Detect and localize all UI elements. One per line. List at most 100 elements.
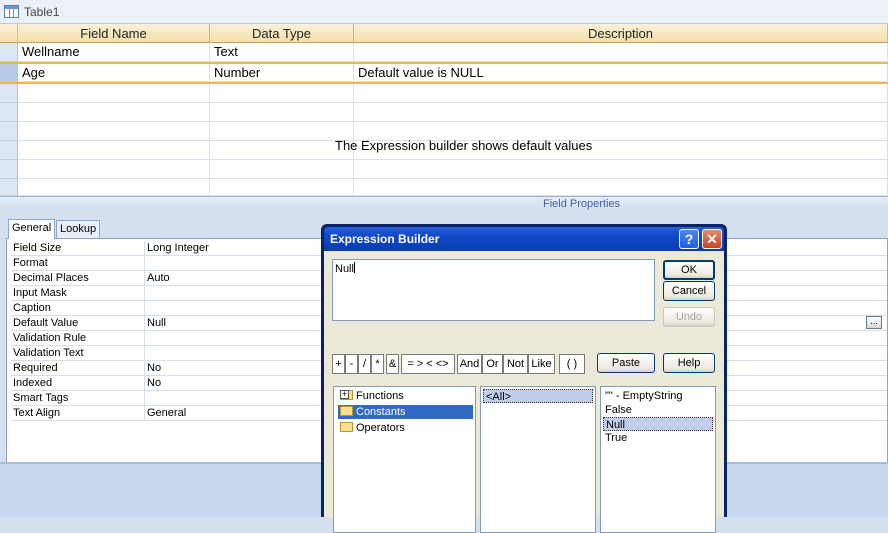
value-item-true[interactable]: True: [603, 431, 629, 445]
empty-cell[interactable]: [18, 84, 210, 103]
row-selector[interactable]: [0, 103, 18, 122]
row-selector[interactable]: [0, 141, 18, 160]
expand-plus-icon[interactable]: +: [340, 390, 349, 399]
expression-textbox[interactable]: Null: [332, 259, 655, 321]
empty-cell[interactable]: [18, 103, 210, 122]
prop-value[interactable]: No: [147, 362, 161, 374]
prop-label: Decimal Places: [13, 272, 89, 284]
help-button[interactable]: Help: [663, 353, 715, 373]
value-item-false[interactable]: False: [603, 403, 634, 417]
empty-cell[interactable]: [210, 103, 354, 122]
build-button[interactable]: ...: [866, 316, 882, 329]
folder-icon: +: [340, 390, 353, 400]
comparison-operator-buttons[interactable]: = > < <>: [401, 354, 455, 374]
not-operator-button[interactable]: Not: [503, 354, 528, 374]
multiply-operator-button[interactable]: *: [371, 354, 384, 374]
empty-cell[interactable]: [210, 84, 354, 103]
value-list[interactable]: "" - EmptyString False Null True: [600, 386, 716, 533]
row-selector[interactable]: [0, 160, 18, 179]
table-icon: [4, 5, 19, 18]
tree-item-label: Operators: [356, 422, 405, 434]
row-selector-2[interactable]: [0, 62, 18, 84]
tree-item-label: Functions: [356, 390, 404, 402]
empty-cell[interactable]: [354, 160, 888, 179]
prop-label: Field Size: [13, 242, 62, 254]
grid-annotation-text: The Expression builder shows default val…: [335, 138, 593, 153]
like-operator-button[interactable]: Like: [528, 354, 555, 374]
empty-cell[interactable]: [210, 141, 354, 160]
field-properties-bar: Field Properties: [0, 196, 888, 211]
window-title: Table1: [24, 5, 60, 19]
tree-item-label: Constants: [356, 406, 406, 418]
category-item-all[interactable]: <All>: [483, 389, 593, 403]
prop-label: Validation Text: [13, 347, 84, 359]
undo-button[interactable]: Undo: [663, 307, 715, 327]
prop-label: Caption: [13, 302, 51, 314]
data-type-cell[interactable]: Text: [210, 43, 354, 62]
empty-cell[interactable]: [18, 141, 210, 160]
prop-label: Validation Rule: [13, 332, 87, 344]
row-selector[interactable]: [0, 84, 18, 103]
table-window-title-bar: Table1: [0, 0, 888, 24]
tree-item-functions[interactable]: + Functions: [338, 389, 406, 403]
parentheses-operator-button[interactable]: ( ): [559, 354, 585, 374]
description-cell[interactable]: Default value is NULL: [354, 64, 888, 82]
folder-tree[interactable]: + Functions Constants Operators: [333, 386, 476, 533]
value-item-empty-string[interactable]: "" - EmptyString: [603, 389, 685, 403]
table-design-grid: Field Name Data Type Description Wellnam…: [0, 24, 888, 196]
dialog-title: Expression Builder: [330, 232, 440, 246]
prop-label: Smart Tags: [13, 392, 69, 404]
empty-cell[interactable]: [210, 122, 354, 141]
or-operator-button[interactable]: Or: [482, 354, 503, 374]
field-name-cell[interactable]: Age: [18, 64, 210, 82]
row-selector[interactable]: [0, 122, 18, 141]
expression-builder-dialog: Expression Builder ? ✕ Null OK Cancel Un…: [321, 224, 727, 533]
value-item-null[interactable]: Null: [603, 417, 713, 431]
prop-value[interactable]: Long Integer: [147, 242, 209, 254]
paste-button[interactable]: Paste: [597, 353, 655, 373]
expression-text: Null: [335, 263, 354, 275]
prop-label: Text Align: [13, 407, 61, 419]
empty-cell[interactable]: [210, 179, 354, 196]
prop-value[interactable]: General: [147, 407, 186, 419]
empty-cell[interactable]: [18, 179, 210, 196]
ok-button[interactable]: OK: [663, 260, 715, 280]
prop-value[interactable]: Null: [147, 317, 166, 329]
tab-general[interactable]: General: [8, 219, 56, 239]
help-icon[interactable]: ?: [679, 229, 699, 249]
category-list[interactable]: <All>: [480, 386, 596, 533]
row-selector[interactable]: [0, 179, 18, 196]
tree-item-constants[interactable]: Constants: [338, 405, 473, 419]
description-cell[interactable]: [354, 43, 888, 62]
empty-cell[interactable]: [210, 160, 354, 179]
prop-label: Format: [13, 257, 48, 269]
divide-operator-button[interactable]: /: [358, 354, 371, 374]
close-icon[interactable]: ✕: [702, 229, 722, 249]
field-name-cell[interactable]: Wellname: [18, 43, 210, 62]
cancel-button[interactable]: Cancel: [663, 281, 715, 301]
prop-label: Indexed: [13, 377, 53, 389]
empty-cell[interactable]: [354, 84, 888, 103]
minus-operator-button[interactable]: -: [345, 354, 358, 374]
prop-value[interactable]: Auto: [147, 272, 170, 284]
header-data-type[interactable]: Data Type: [210, 24, 354, 43]
empty-cell[interactable]: [18, 122, 210, 141]
header-field-name[interactable]: Field Name: [18, 24, 210, 43]
prop-value[interactable]: No: [147, 377, 161, 389]
empty-cell[interactable]: [354, 103, 888, 122]
prop-label: Input Mask: [13, 287, 67, 299]
header-description[interactable]: Description: [354, 24, 888, 43]
dialog-body: Null OK Cancel Undo + - / * & = > < <> A…: [324, 251, 724, 533]
data-type-cell[interactable]: Number: [210, 64, 354, 82]
prop-label: Default Value: [13, 317, 79, 329]
dialog-title-bar[interactable]: Expression Builder ? ✕: [324, 227, 724, 251]
row-selector-1[interactable]: [0, 43, 18, 62]
and-operator-button[interactable]: And: [457, 354, 482, 374]
concat-operator-button[interactable]: &: [386, 354, 399, 374]
empty-cell[interactable]: [354, 179, 888, 196]
plus-operator-button[interactable]: +: [332, 354, 345, 374]
tab-lookup[interactable]: Lookup: [56, 220, 101, 238]
tree-item-operators[interactable]: Operators: [338, 421, 407, 435]
select-all-corner[interactable]: [0, 24, 18, 43]
empty-cell[interactable]: [18, 160, 210, 179]
